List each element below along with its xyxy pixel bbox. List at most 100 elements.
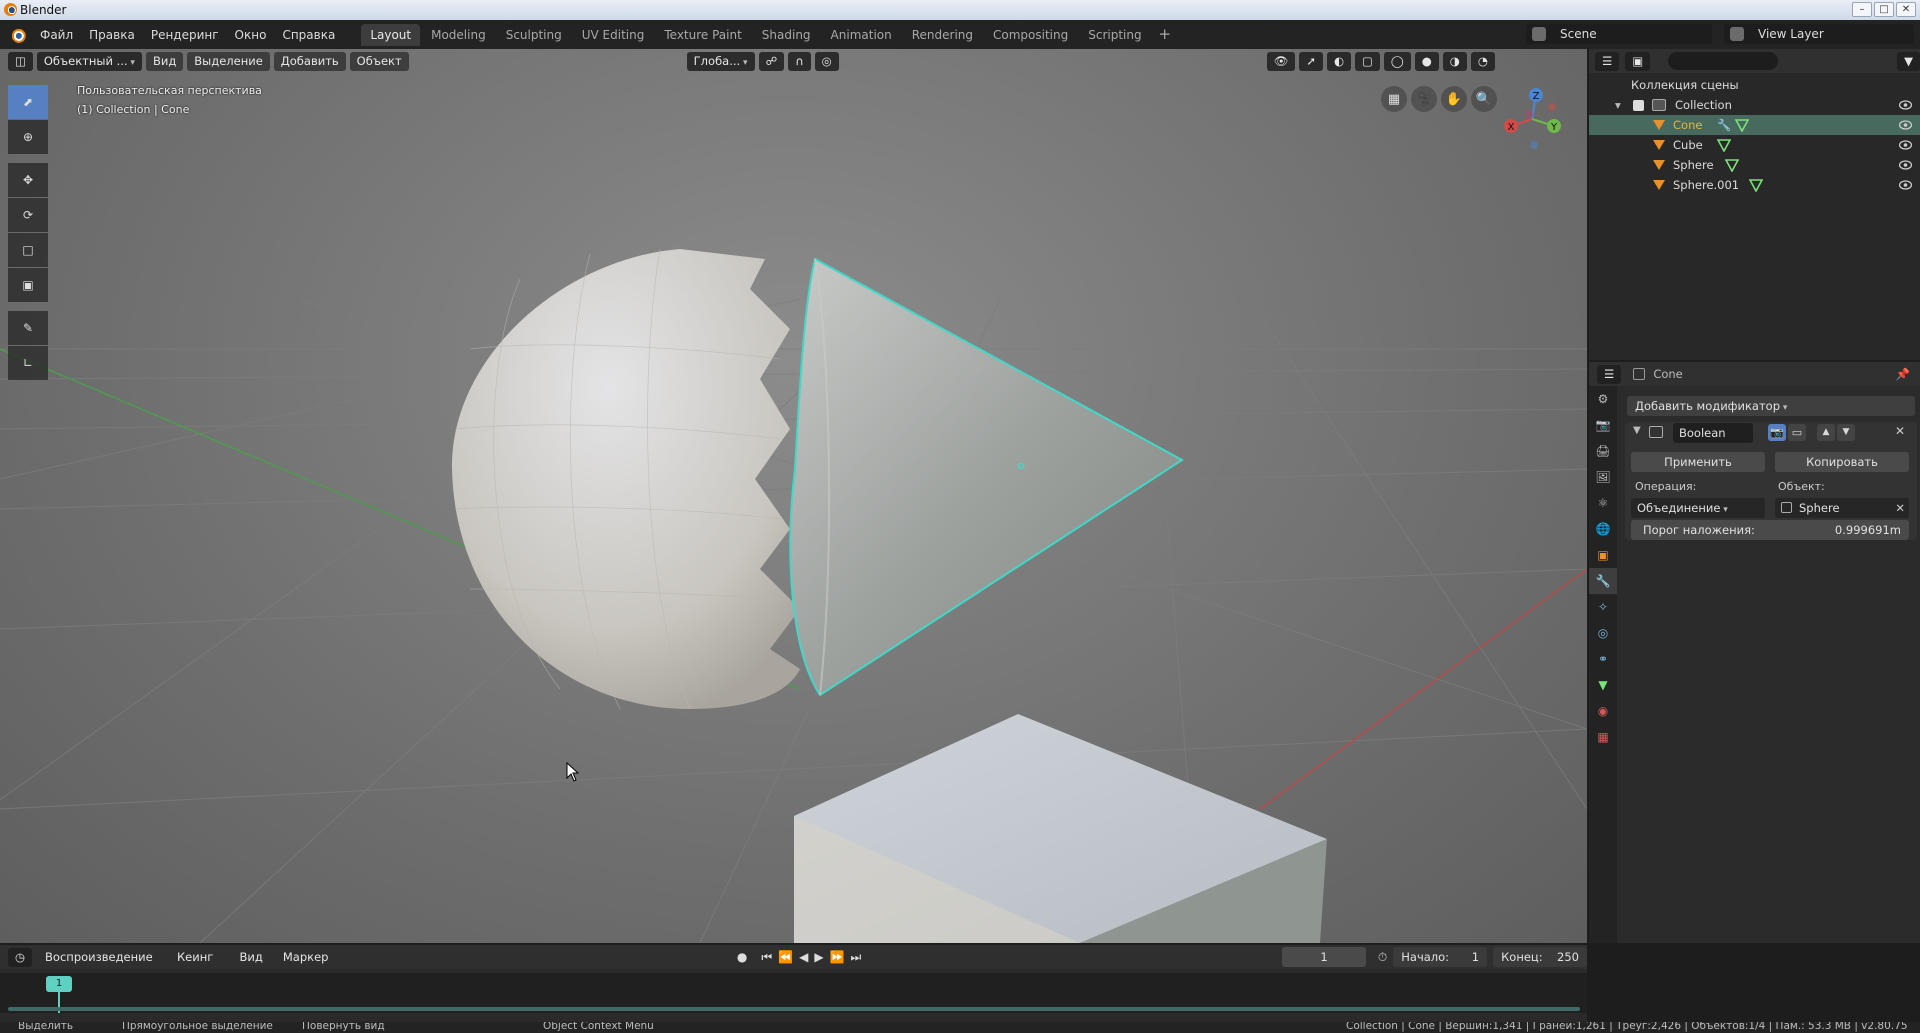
outliner-object-cone[interactable]: Cone 🔧 (1589, 115, 1920, 135)
menu-file[interactable]: Файл (32, 24, 81, 46)
view-layer-selector[interactable]: View Layer (1724, 24, 1914, 44)
current-frame-field[interactable]: 1 (1282, 947, 1366, 967)
playhead[interactable]: 1 (46, 976, 72, 992)
rotate-tool-icon[interactable]: ⟳ (8, 198, 48, 232)
outliner-collection-row[interactable]: ▾ Collection (1589, 95, 1920, 115)
menu-window[interactable]: Окно (227, 24, 275, 46)
material-tab-icon[interactable]: ◉ (1589, 698, 1617, 724)
collection-checkbox[interactable] (1633, 100, 1644, 111)
jump-end-icon[interactable]: ⏭ (851, 950, 862, 965)
scene-tab-icon[interactable]: ⚛ (1589, 490, 1617, 516)
timeline-view-menu[interactable]: Вид (233, 948, 270, 967)
menu-help[interactable]: Справка (274, 24, 343, 46)
pan-view-icon[interactable]: ✋ (1441, 86, 1467, 112)
particles-tab-icon[interactable]: ✧ (1589, 594, 1617, 620)
visibility-icon[interactable]: 👁 (1266, 51, 1296, 71)
annotate-tool-icon[interactable]: ✎ (8, 311, 48, 345)
sphere-object[interactable] (451, 248, 800, 710)
transform-orientation-dropdown[interactable]: Глоба... (686, 51, 755, 71)
menu-render[interactable]: Рендеринг (143, 24, 227, 46)
shading-wireframe-icon[interactable]: ◯ (1383, 51, 1411, 71)
timeline-scrollbar[interactable] (8, 1007, 1580, 1011)
shading-rendered-icon[interactable]: ◔ (1470, 51, 1495, 71)
tab-shading[interactable]: Shading (753, 24, 820, 46)
move-up-icon[interactable]: ▲ (1817, 424, 1835, 441)
texture-tab-icon[interactable]: ▦ (1589, 724, 1617, 750)
playback-menu[interactable]: Воспроизведение (38, 948, 164, 967)
scale-tool-icon[interactable]: □ (8, 233, 48, 267)
eye-icon[interactable] (1899, 179, 1912, 191)
play-reverse-icon[interactable]: ◀ (799, 950, 808, 964)
keying-menu[interactable]: Кеинг (170, 948, 227, 967)
add-workspace-icon[interactable]: + (1157, 26, 1173, 43)
xray-icon[interactable]: ▢ (1355, 51, 1380, 71)
maximize-button[interactable]: □ (1874, 2, 1894, 17)
overlay-toggle-icon[interactable]: ◐ (1326, 51, 1351, 71)
interaction-mode-dropdown[interactable]: Объектный ... (36, 51, 142, 71)
tab-compositing[interactable]: Compositing (984, 24, 1077, 46)
minimize-button[interactable]: – (1852, 2, 1872, 17)
operation-dropdown[interactable]: Объединение (1631, 498, 1765, 518)
move-tool-icon[interactable]: ✥ (8, 163, 48, 197)
tab-animation[interactable]: Animation (822, 24, 901, 46)
world-tab-icon[interactable]: 🌐 (1589, 516, 1617, 542)
outliner-editor-type-icon[interactable]: ☰ (1595, 51, 1620, 71)
eye-icon[interactable] (1899, 99, 1912, 111)
outliner-scene-collection[interactable]: Коллекция сцены (1589, 75, 1920, 95)
zoom-view-icon[interactable]: 🔍 (1471, 86, 1497, 112)
add-modifier-dropdown[interactable]: Добавить модификатор (1627, 396, 1915, 416)
close-button[interactable]: ✕ (1896, 2, 1916, 17)
menu-edit[interactable]: Правка (81, 24, 143, 46)
properties-editor-type-icon[interactable]: ☰ (1597, 364, 1622, 384)
overlap-threshold-field[interactable]: Порог наложения: 0.999691m (1631, 520, 1909, 540)
eye-icon[interactable] (1899, 119, 1912, 131)
tab-texture-paint[interactable]: Texture Paint (655, 24, 750, 46)
move-down-icon[interactable]: ▼ (1837, 424, 1855, 441)
modifier-name-field[interactable]: Boolean (1673, 423, 1753, 443)
viewport-menu-view[interactable]: Вид (145, 51, 184, 71)
copy-button[interactable]: Копировать (1775, 452, 1909, 472)
start-frame-field[interactable]: Начало: 1 (1393, 947, 1488, 967)
blender-menu-icon[interactable] (8, 25, 26, 44)
outliner-object-sphere[interactable]: Sphere (1589, 155, 1920, 175)
tab-modeling[interactable]: Modeling (422, 24, 495, 46)
eye-icon[interactable] (1899, 139, 1912, 151)
tab-scripting[interactable]: Scripting (1079, 24, 1150, 46)
constraints-tab-icon[interactable]: ⚭ (1589, 646, 1617, 672)
tab-layout[interactable]: Layout (361, 23, 421, 46)
scene-selector[interactable]: Scene (1526, 24, 1712, 44)
output-tab-icon[interactable]: 🖨 (1589, 438, 1617, 464)
3d-viewport[interactable]: ◫ Объектный ... Вид Выделение Добавить О… (0, 49, 1587, 943)
pivot-point-icon[interactable]: ☍ (758, 51, 785, 71)
collapse-icon[interactable]: ▼ (1633, 425, 1641, 436)
gizmo-toggle-icon[interactable]: ➚ (1299, 51, 1323, 71)
render-tab-icon[interactable]: 📷 (1589, 412, 1617, 438)
end-frame-field[interactable]: Конец: 250 (1493, 947, 1587, 967)
play-icon[interactable]: ▶ (814, 950, 823, 964)
marker-menu[interactable]: Маркер (276, 948, 336, 967)
mesh-data-tab-icon[interactable]: ▼ (1589, 672, 1617, 698)
select-tool-icon[interactable]: ⬈ (8, 85, 48, 119)
next-keyframe-icon[interactable]: ⏩ (830, 950, 845, 964)
tool-tab-icon[interactable]: ⚙ (1589, 386, 1617, 412)
remove-modifier-icon[interactable]: ✕ (1895, 424, 1905, 438)
navigation-gizmo[interactable]: Z Y X (1497, 81, 1567, 151)
display-mode-icon[interactable]: ▣ (1625, 51, 1651, 71)
filter-icon[interactable]: ▼ (1897, 51, 1920, 71)
view-layer-tab-icon[interactable]: 🖼 (1589, 464, 1617, 490)
proportional-editing-icon[interactable]: ◎ (814, 51, 839, 71)
render-toggle-icon[interactable]: 📷 (1768, 424, 1786, 441)
physics-tab-icon[interactable]: ◎ (1589, 620, 1617, 646)
snap-icon[interactable]: ∩ (788, 51, 811, 71)
viewport-menu-select[interactable]: Выделение (187, 51, 270, 71)
transform-tool-icon[interactable]: ▣ (8, 268, 48, 302)
prev-keyframe-icon[interactable]: ⏪ (778, 950, 793, 964)
editor-type-button[interactable]: ◫ (8, 51, 33, 71)
record-icon[interactable]: ● (737, 950, 747, 964)
toggle-perspective-icon[interactable]: ▦ (1381, 86, 1407, 112)
pin-icon[interactable]: 📌 (1896, 367, 1910, 381)
viewport-menu-add[interactable]: Добавить (273, 51, 346, 71)
viewport-toggle-icon[interactable]: ▭ (1788, 424, 1806, 441)
modifier-tab-icon[interactable]: 🔧 (1589, 568, 1617, 594)
shading-solid-icon[interactable]: ● (1414, 51, 1439, 71)
